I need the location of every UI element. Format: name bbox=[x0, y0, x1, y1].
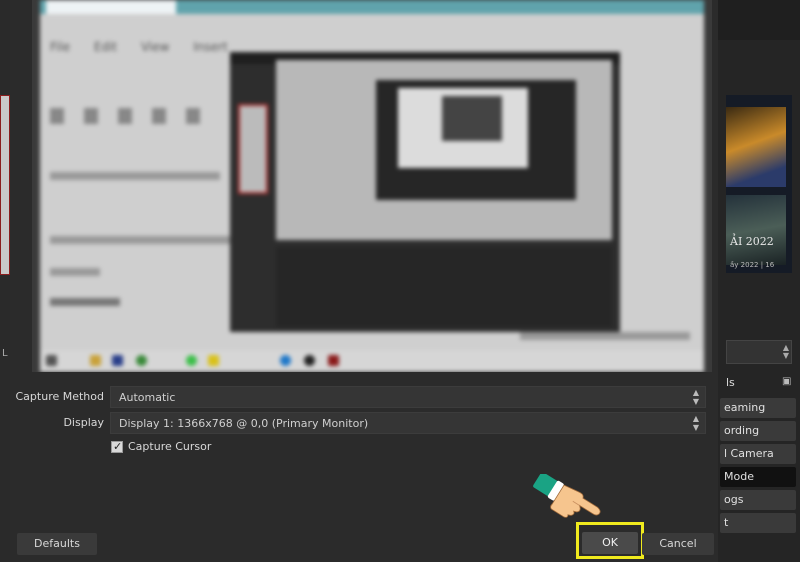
chat-icon bbox=[186, 355, 197, 366]
capture-method-value: Automatic bbox=[119, 391, 176, 404]
captured-toolbar bbox=[50, 108, 220, 124]
capture-method-label: Capture Method bbox=[15, 390, 105, 403]
captured-document: File Edit View Insert bbox=[40, 14, 704, 350]
notes-icon bbox=[208, 355, 219, 366]
app-icon bbox=[328, 355, 339, 366]
display-select[interactable]: Display 1: 1366x768 @ 0,0 (Primary Monit… bbox=[110, 412, 706, 434]
preview-thumbnail bbox=[726, 107, 786, 187]
defaults-button[interactable]: Defaults bbox=[17, 533, 97, 555]
virtual-camera-button[interactable]: l Camera bbox=[720, 444, 796, 464]
capture-preview: File Edit View Insert bbox=[32, 0, 712, 372]
properties-dialog: File Edit View Insert Capture Method Aut… bbox=[10, 0, 718, 562]
checkmark-icon: ✓ bbox=[113, 440, 123, 453]
folder-icon bbox=[90, 355, 101, 366]
nested-preview bbox=[276, 60, 612, 240]
capture-cursor-checkbox[interactable]: ✓ bbox=[111, 440, 123, 453]
browser-tab bbox=[46, 0, 176, 14]
thumbnail-title: ẢI 2022 bbox=[730, 235, 774, 248]
preview-thumbnail bbox=[726, 195, 786, 265]
scene-preview: ẢI 2022 ầy 2022 | 16 bbox=[726, 95, 792, 273]
edge-icon bbox=[280, 355, 291, 366]
obs-right-panel: ẢI 2022 ầy 2022 | 16 ▲ ▼ ls ▣ eaming ordi… bbox=[718, 0, 800, 562]
controls-title: ls bbox=[726, 376, 735, 389]
capture-method-select[interactable]: Automatic ▲ ▼ bbox=[110, 386, 706, 408]
display-value: Display 1: 1366x768 @ 0,0 (Primary Monit… bbox=[119, 417, 369, 430]
display-row: Display Display 1: 1366x768 @ 0,0 (Prima… bbox=[10, 412, 718, 434]
left-mark: L bbox=[2, 348, 8, 359]
nested-dock bbox=[276, 247, 612, 327]
capture-method-row: Capture Method Automatic ▲ ▼ bbox=[10, 386, 718, 408]
numeric-spinbox[interactable]: ▲ ▼ bbox=[726, 340, 792, 364]
nested-inner bbox=[442, 96, 502, 141]
captured-taskbar bbox=[40, 350, 704, 372]
nested-inner bbox=[398, 88, 528, 168]
display-label: Display bbox=[63, 416, 104, 429]
studio-mode-button[interactable]: Mode bbox=[720, 467, 796, 487]
captured-text-line bbox=[50, 268, 100, 276]
start-streaming-button[interactable]: eaming bbox=[720, 398, 796, 418]
start-icon bbox=[46, 355, 57, 366]
dock-float-icon[interactable]: ▣ bbox=[782, 376, 791, 387]
nested-inner bbox=[376, 80, 576, 200]
hand-pointer-icon bbox=[533, 474, 601, 518]
dropdown-arrows-icon: ▲ ▼ bbox=[692, 388, 700, 406]
start-recording-button[interactable]: ording bbox=[720, 421, 796, 441]
right-top-strip bbox=[718, 0, 800, 40]
captured-text-line bbox=[50, 236, 230, 244]
left-panel-fragment bbox=[0, 95, 10, 275]
spin-arrows-icon[interactable]: ▲ ▼ bbox=[783, 344, 789, 360]
thumbnail-subtitle: ầy 2022 | 16 bbox=[730, 261, 775, 269]
obs-icon bbox=[304, 355, 315, 366]
captured-text-line bbox=[520, 332, 690, 340]
dropdown-arrows-icon: ▲ ▼ bbox=[692, 414, 700, 432]
nested-panel bbox=[238, 104, 268, 194]
chrome-icon bbox=[136, 355, 147, 366]
ok-button[interactable]: OK bbox=[582, 532, 638, 554]
captured-obs-window bbox=[230, 52, 620, 332]
settings-button[interactable]: ogs bbox=[720, 490, 796, 510]
cancel-button[interactable]: Cancel bbox=[642, 533, 714, 555]
capture-cursor-label[interactable]: Capture Cursor bbox=[128, 440, 211, 453]
blurred-screen-capture: File Edit View Insert bbox=[32, 0, 712, 372]
captured-text-line bbox=[50, 172, 220, 180]
exit-button[interactable]: t bbox=[720, 513, 796, 533]
captured-menu: File Edit View Insert bbox=[50, 40, 228, 54]
app-icon bbox=[112, 355, 123, 366]
captured-text-line bbox=[50, 298, 120, 306]
